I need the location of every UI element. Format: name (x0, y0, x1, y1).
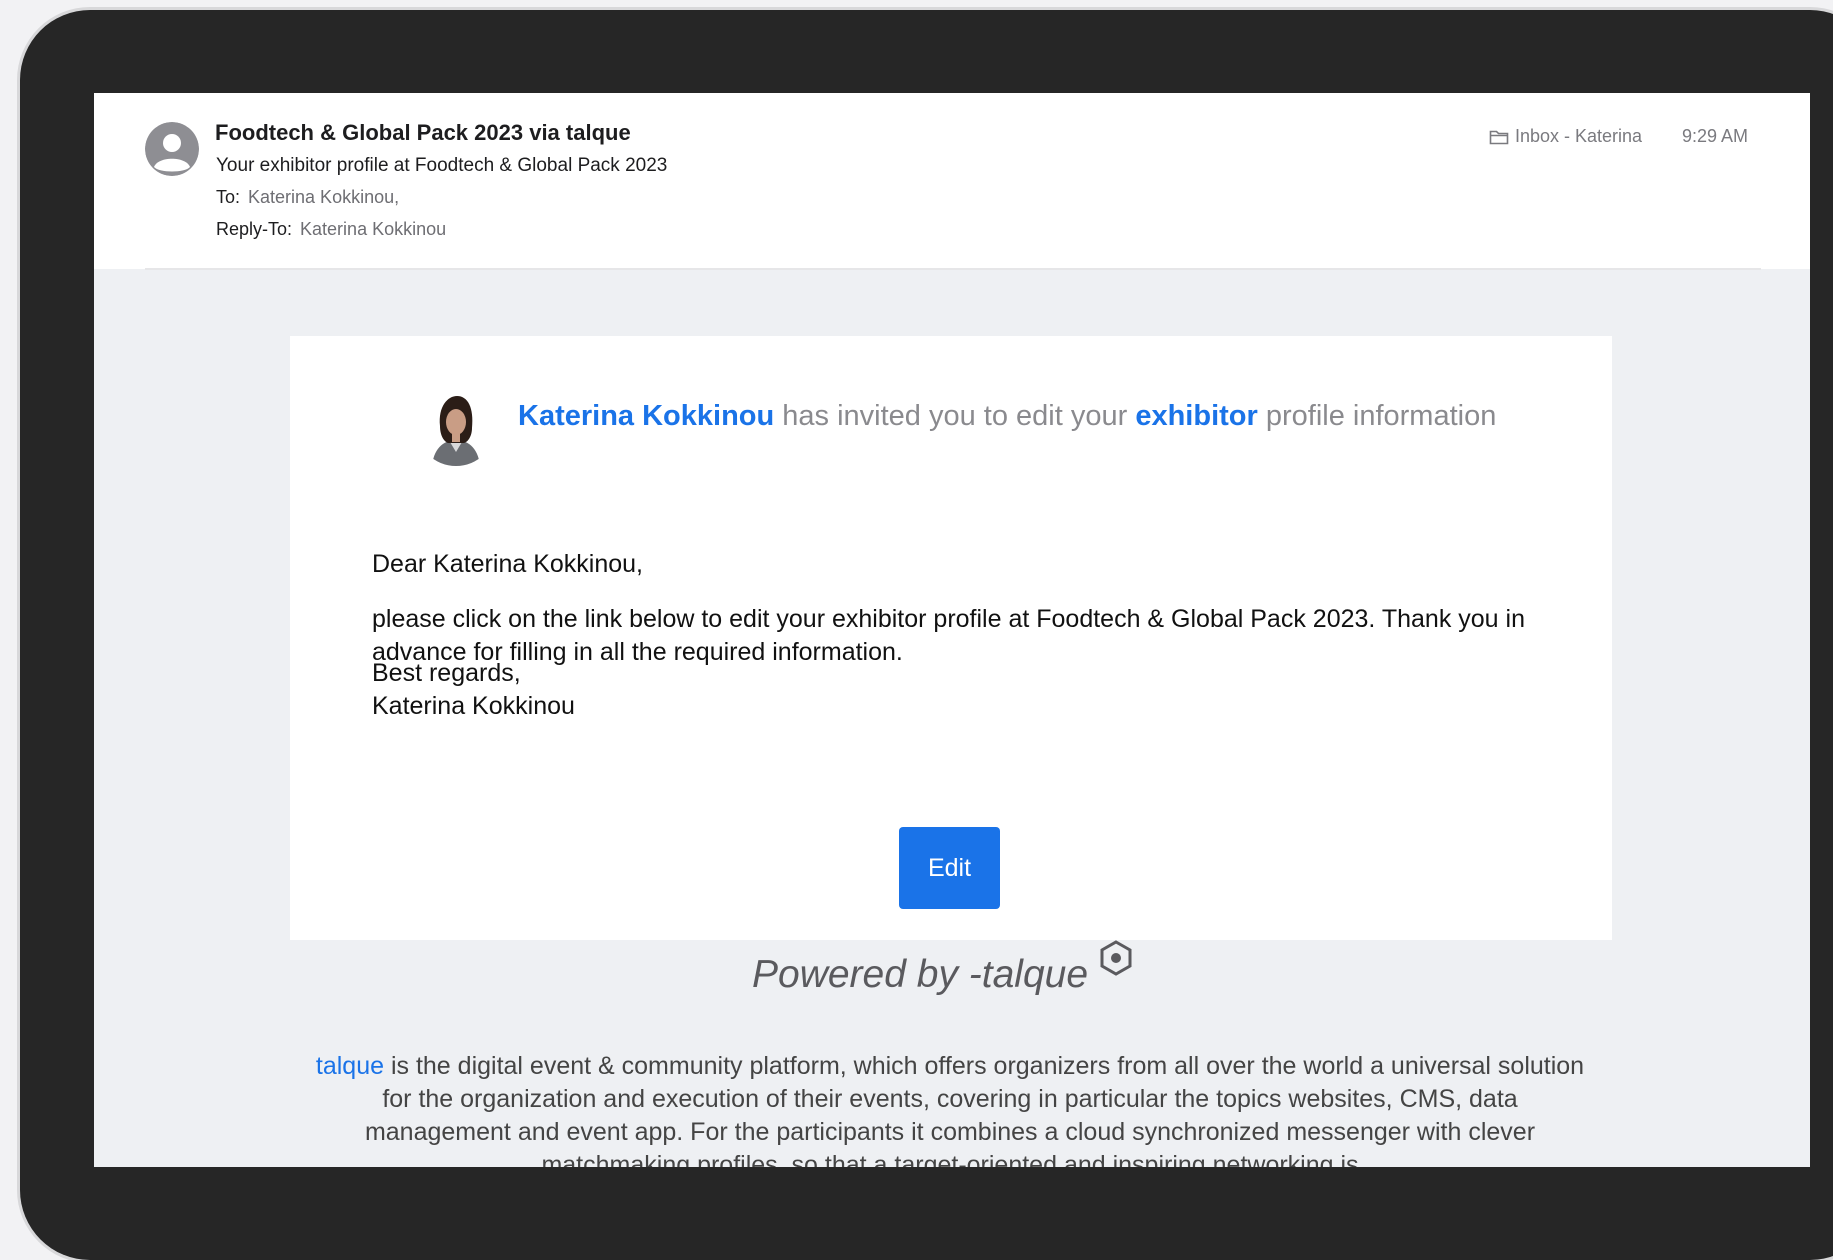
sign-off: Best regards, Katerina Kokkinou (372, 657, 1532, 723)
inviter-photo (416, 386, 496, 466)
invitation-text: has invited you to edit your (774, 400, 1136, 432)
reply-to-row: Reply-To: Katerina Kokkinou (216, 219, 446, 240)
invitation-card: Katerina Kokkinou has invited you to edi… (290, 336, 1612, 940)
mailbox-label: Inbox - Katerina (1515, 126, 1643, 146)
invitation-headline: Katerina Kokkinou has invited you to edi… (518, 400, 1496, 433)
email-header: Foodtech & Global Pack 2023 via talque Y… (94, 93, 1810, 269)
invitation-text-end: profile information (1257, 400, 1497, 432)
sender-name[interactable]: Foodtech & Global Pack 2023 via talque (215, 120, 631, 146)
talque-logo-icon (1100, 940, 1132, 976)
to-row: To: Katerina Kokkinou, (216, 187, 399, 208)
greeting: Dear Katerina Kokkinou, (372, 550, 643, 578)
reply-to-recipient[interactable]: Katerina Kokkinou (300, 219, 446, 239)
header-divider (145, 268, 1761, 270)
person-avatar-icon (145, 122, 199, 176)
talque-description: talque is the digital event & community … (315, 1050, 1585, 1167)
reply-to-label: Reply-To: (216, 219, 293, 239)
inviter-name[interactable]: Katerina Kokkinou (518, 400, 774, 432)
to-label: To: (216, 187, 241, 207)
to-recipient[interactable]: Katerina Kokkinou, (248, 187, 399, 207)
powered-by-text: Powered by -talque (752, 953, 1089, 996)
device-frame: Foodtech & Global Pack 2023 via talque Y… (20, 10, 1833, 1260)
signature: Katerina Kokkinou (372, 692, 575, 720)
powered-by[interactable]: Powered by -talque (752, 940, 1136, 997)
invitation-role: exhibitor (1135, 400, 1258, 432)
description-text: is the digital event & community platfor… (364, 1052, 1585, 1167)
received-time: 9:29 AM (1682, 126, 1749, 146)
folder-icon (1489, 130, 1509, 144)
edit-button[interactable]: Edit (899, 827, 1000, 909)
closing: Best regards, (372, 659, 521, 687)
email-subject: Your exhibitor profile at Foodtech & Glo… (216, 155, 668, 176)
mailbox-indicator[interactable]: Inbox - Katerina (1489, 126, 1642, 147)
talque-link[interactable]: talque (316, 1052, 384, 1080)
email-view: Foodtech & Global Pack 2023 via talque Y… (94, 93, 1810, 1167)
